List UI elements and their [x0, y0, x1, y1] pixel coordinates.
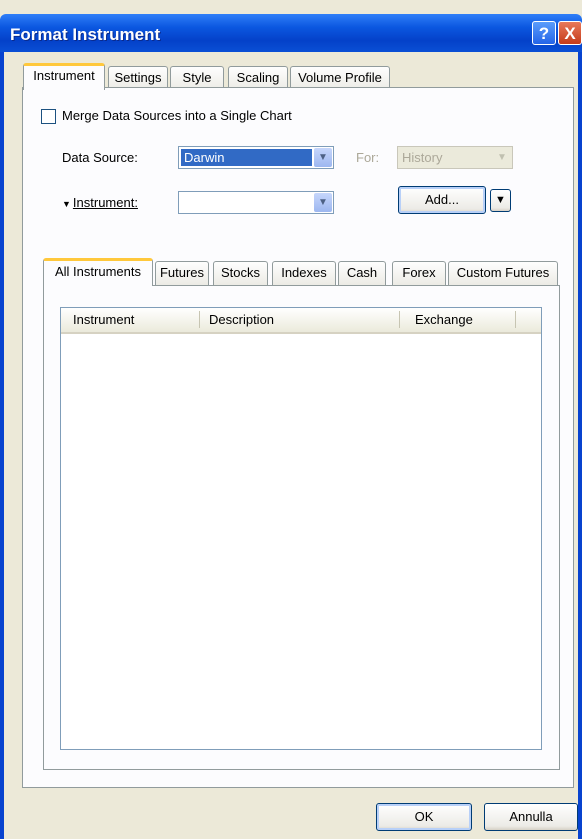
close-icon: X [564, 24, 576, 43]
column-header-exchange[interactable]: Exchange [415, 312, 473, 327]
column-header-description[interactable]: Description [209, 312, 274, 327]
window-frame-left [0, 52, 4, 839]
column-divider[interactable] [399, 311, 400, 328]
close-button[interactable]: X [558, 21, 582, 45]
chevron-down-icon: ▼ [495, 194, 506, 206]
merge-data-sources-checkbox[interactable] [41, 109, 56, 124]
format-instrument-dialog: Format Instrument ? X Instrument Setting… [0, 0, 582, 839]
merge-data-sources-label: Merge Data Sources into a Single Chart [62, 108, 292, 123]
data-source-select[interactable]: Darwin ▼ [178, 146, 334, 169]
tab-futures[interactable]: Futures [155, 261, 209, 285]
cancel-button[interactable]: Annulla [484, 803, 578, 831]
window-frame-right [578, 52, 582, 839]
tab-custom-futures[interactable]: Custom Futures [448, 261, 558, 285]
help-icon: ? [538, 24, 550, 43]
instruments-table[interactable]: Instrument Description Exchange [60, 307, 542, 750]
tab-cash[interactable]: Cash [338, 261, 386, 285]
triangle-down-icon: ▼ [62, 199, 71, 209]
table-header: Instrument Description Exchange [61, 308, 541, 334]
column-header-instrument[interactable]: Instrument [73, 312, 134, 327]
table-body[interactable] [61, 334, 541, 749]
data-source-label: Data Source: [62, 150, 138, 165]
for-select: History ▼ [397, 146, 513, 169]
for-label: For: [356, 150, 380, 165]
cancel-button-label: Annulla [509, 809, 553, 824]
add-button-label: Add... [425, 192, 459, 207]
tab-stocks[interactable]: Stocks [213, 261, 268, 285]
add-button[interactable]: Add... [398, 186, 486, 214]
chevron-down-icon[interactable]: ▼ [314, 193, 332, 212]
tab-all-instruments[interactable]: All Instruments [43, 258, 153, 286]
data-source-value: Darwin [181, 149, 312, 166]
ok-button[interactable]: OK [376, 803, 472, 831]
column-divider[interactable] [199, 311, 200, 328]
ok-button-label: OK [414, 809, 434, 824]
chevron-down-icon: ▼ [493, 148, 511, 167]
chevron-down-icon[interactable]: ▼ [314, 148, 332, 167]
tab-instrument[interactable]: Instrument [23, 63, 105, 90]
window-title: Format Instrument [10, 25, 161, 44]
for-value: History [402, 150, 443, 165]
instrument-select[interactable]: ▼ [178, 191, 334, 214]
title-bar[interactable]: Format Instrument ? X [0, 14, 582, 52]
tab-indexes[interactable]: Indexes [272, 261, 336, 285]
instrument-label: Instrument: [72, 195, 138, 210]
instrument-expand-label[interactable]: ▼ Instrument: [62, 195, 138, 210]
column-divider[interactable] [515, 311, 516, 328]
help-button[interactable]: ? [532, 21, 556, 45]
tab-forex[interactable]: Forex [392, 261, 446, 285]
add-options-dropdown-button[interactable]: ▼ [490, 189, 511, 212]
